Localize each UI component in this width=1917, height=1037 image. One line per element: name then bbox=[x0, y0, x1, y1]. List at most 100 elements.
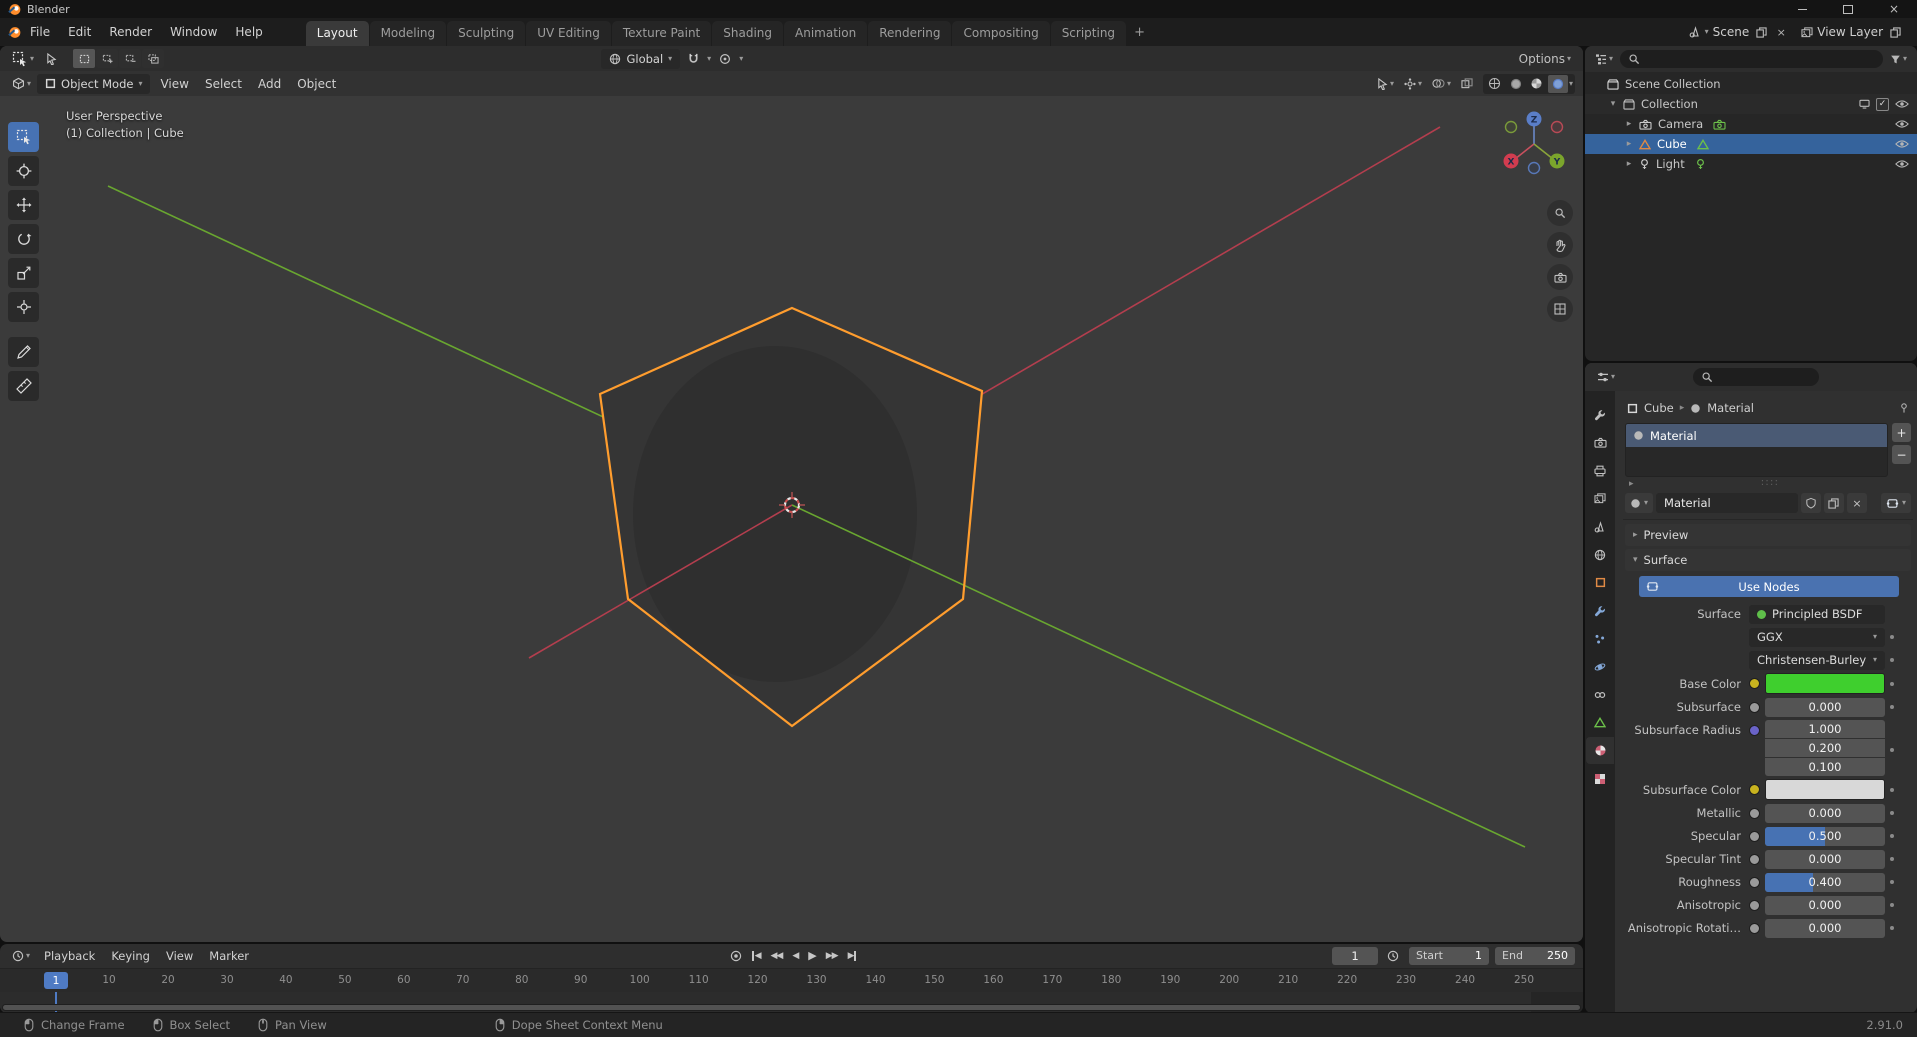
grip-dots-icon[interactable]: ∶∶∶∶ bbox=[1761, 478, 1779, 489]
menu-edit[interactable]: Edit bbox=[59, 21, 100, 43]
add-workspace-button[interactable]: + bbox=[1126, 22, 1153, 43]
tab-shading[interactable]: Shading bbox=[712, 21, 783, 46]
shading-material-button[interactable] bbox=[1527, 75, 1547, 93]
disclosure-icon[interactable]: ▸ bbox=[1623, 159, 1635, 169]
jump-to-start-button[interactable]: ◀ bbox=[748, 949, 765, 963]
scene-selector[interactable]: ▾ Scene × bbox=[1683, 22, 1796, 42]
auto-keying-button[interactable] bbox=[726, 948, 746, 964]
minimize-button[interactable] bbox=[1779, 0, 1825, 18]
add-material-slot-button[interactable]: + bbox=[1892, 423, 1911, 442]
shading-solid-button[interactable] bbox=[1506, 75, 1526, 93]
decorator[interactable] bbox=[1885, 681, 1899, 686]
selectability-dropdown[interactable]: ▾ bbox=[1373, 76, 1398, 92]
outliner-search-input[interactable] bbox=[1645, 51, 1875, 67]
browse-material-button[interactable]: ▾ bbox=[1625, 493, 1654, 513]
decorator[interactable] bbox=[1885, 658, 1899, 662]
properties-tab-tool[interactable] bbox=[1586, 401, 1614, 428]
start-frame-field[interactable]: Start 1 bbox=[1409, 946, 1490, 965]
close-button[interactable]: × bbox=[1871, 0, 1917, 18]
viewport-menu-view[interactable]: View bbox=[152, 74, 196, 94]
field-subsurface-color-swatch[interactable] bbox=[1765, 779, 1885, 800]
eye-icon[interactable] bbox=[1895, 139, 1909, 149]
editor-type-button[interactable]: ▾ bbox=[8, 75, 35, 92]
outliner-editor-type-button[interactable]: ▾ bbox=[1591, 51, 1617, 67]
properties-tab-render[interactable] bbox=[1586, 429, 1614, 456]
use-nodes-button[interactable]: Use Nodes bbox=[1639, 576, 1899, 597]
field-metallic-input[interactable]: 0.000 bbox=[1765, 803, 1885, 823]
proportional-editing-button[interactable] bbox=[715, 51, 735, 67]
remove-material-slot-button[interactable]: − bbox=[1892, 445, 1911, 464]
end-frame-field[interactable]: End 250 bbox=[1495, 946, 1576, 965]
tab-layout[interactable]: Layout bbox=[305, 21, 369, 46]
timeline-track-area[interactable] bbox=[0, 992, 1583, 1013]
decorator[interactable] bbox=[1885, 748, 1899, 752]
app-menu-icon[interactable] bbox=[8, 26, 21, 39]
nodetree-dropdown[interactable]: ▾ bbox=[1880, 493, 1911, 513]
current-frame-marker[interactable]: 1 bbox=[44, 971, 68, 989]
properties-tab-texture[interactable] bbox=[1586, 765, 1614, 792]
tool-annotate-button[interactable] bbox=[8, 337, 39, 367]
gizmos-dropdown[interactable]: ▾ bbox=[1400, 76, 1426, 92]
tool-transform-button[interactable] bbox=[8, 292, 39, 322]
vector-input[interactable]: 0.200 bbox=[1765, 739, 1885, 757]
material-name-field[interactable]: Material bbox=[1656, 493, 1798, 513]
tab-uv-editing[interactable]: UV Editing bbox=[526, 21, 611, 46]
unlink-material-button[interactable]: × bbox=[1846, 493, 1867, 513]
viewport-canvas[interactable]: User Perspective (1) Collection | Cube Z… bbox=[0, 96, 1583, 942]
outliner-row-cube[interactable]: ▸ Cube bbox=[1585, 134, 1917, 154]
tab-scripting[interactable]: Scripting bbox=[1050, 21, 1127, 46]
timeline-editor-type-button[interactable]: ▾ bbox=[8, 948, 34, 964]
select-mode-subtract-button[interactable] bbox=[119, 49, 142, 68]
properties-tab-material[interactable] bbox=[1586, 737, 1614, 764]
field-roughness-input[interactable]: 0.400 bbox=[1765, 872, 1885, 892]
tab-texture-paint[interactable]: Texture Paint bbox=[611, 21, 712, 46]
decorator[interactable] bbox=[1885, 857, 1899, 861]
breadcrumb-material[interactable]: Material bbox=[1707, 401, 1754, 415]
outliner-row-scene-collection[interactable]: Scene Collection bbox=[1585, 74, 1917, 94]
tool-scale-button[interactable] bbox=[8, 258, 39, 288]
disclosure-icon[interactable]: ▾ bbox=[1607, 99, 1619, 109]
snap-toggle-button[interactable] bbox=[684, 51, 703, 66]
decorator[interactable] bbox=[1885, 787, 1899, 792]
decorator[interactable] bbox=[1885, 705, 1899, 709]
subsurface-method-dropdown[interactable]: Christensen-Burley ▾ bbox=[1749, 650, 1885, 670]
field-specular-input[interactable]: 0.500 bbox=[1765, 826, 1885, 846]
viewport-menu-object[interactable]: Object bbox=[289, 74, 344, 94]
properties-tab-physics[interactable] bbox=[1586, 653, 1614, 680]
menu-file[interactable]: File bbox=[21, 21, 59, 43]
timeline-menu-view[interactable]: View bbox=[158, 947, 201, 965]
new-view-layer-button[interactable] bbox=[1887, 24, 1903, 40]
scrollbar-thumb[interactable] bbox=[3, 1005, 1580, 1011]
play-reverse-button[interactable]: ◀ bbox=[788, 949, 802, 963]
tab-sculpting[interactable]: Sculpting bbox=[447, 21, 526, 46]
disclosure-icon[interactable]: ▸ bbox=[1623, 119, 1635, 129]
properties-tab-object[interactable] bbox=[1586, 569, 1614, 596]
tool-measure-button[interactable] bbox=[8, 371, 39, 401]
eye-icon[interactable] bbox=[1895, 99, 1909, 109]
preview-panel-header[interactable]: ▸ Preview bbox=[1625, 524, 1911, 546]
properties-search[interactable] bbox=[1693, 368, 1820, 386]
properties-tab-world[interactable] bbox=[1586, 541, 1614, 568]
vector-input[interactable]: 1.000 bbox=[1765, 720, 1885, 738]
proportional-dropdown[interactable]: ▾ bbox=[739, 54, 743, 63]
disclosure-icon[interactable]: ▸ bbox=[1623, 139, 1635, 149]
outliner-row-collection[interactable]: ▾ Collection ✓ bbox=[1585, 94, 1917, 114]
surface-panel-header[interactable]: ▾ Surface bbox=[1625, 549, 1911, 571]
tool-move-button[interactable] bbox=[8, 190, 39, 220]
vector-input[interactable]: 0.100 bbox=[1765, 758, 1885, 776]
navigation-gizmo[interactable]: Z X Y bbox=[1494, 104, 1574, 184]
field-subsurface-input[interactable]: 0.000 bbox=[1765, 697, 1885, 717]
maximize-button[interactable] bbox=[1825, 0, 1871, 18]
properties-tab-constraints[interactable] bbox=[1586, 681, 1614, 708]
current-frame-field[interactable]: 1 bbox=[1332, 946, 1379, 965]
play-button[interactable]: ▶ bbox=[804, 947, 819, 964]
field-specular-tint-input[interactable]: 0.000 bbox=[1765, 849, 1885, 869]
decorator[interactable] bbox=[1885, 811, 1899, 815]
shading-dropdown[interactable]: ▾ bbox=[1569, 79, 1573, 88]
shading-rendered-button[interactable] bbox=[1547, 74, 1568, 93]
tool-select-button[interactable] bbox=[8, 122, 39, 152]
slot-specials-icon[interactable]: ▸ bbox=[1629, 479, 1634, 489]
properties-tab-scene[interactable] bbox=[1586, 513, 1614, 540]
eye-icon[interactable] bbox=[1895, 119, 1909, 129]
decorator[interactable] bbox=[1885, 926, 1899, 930]
